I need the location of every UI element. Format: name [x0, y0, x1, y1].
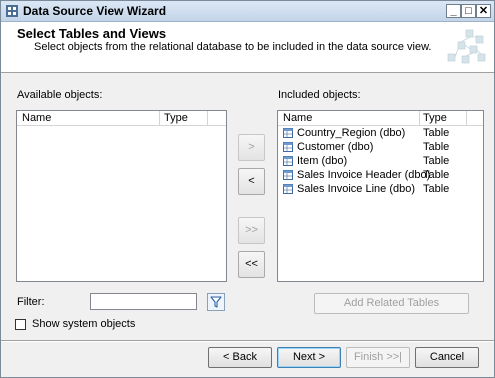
included-column-header: Name Type	[278, 111, 483, 126]
included-objects-list[interactable]: Name Type Country_Region (dbo) Table Cus…	[277, 110, 484, 282]
row-name: Sales Invoice Line (dbo)	[297, 183, 416, 195]
cancel-button[interactable]: Cancel	[415, 347, 479, 368]
included-type-column[interactable]: Type	[423, 112, 447, 124]
table-icon	[283, 142, 293, 152]
row-type: Table	[423, 155, 450, 167]
wizard-app-icon	[6, 5, 18, 17]
table-row[interactable]: Sales Invoice Line (dbo) Table	[278, 182, 483, 196]
table-row[interactable]: Customer (dbo) Table	[278, 140, 483, 154]
window-title: Data Source View Wizard	[23, 4, 167, 18]
add-all-button[interactable]: >>	[238, 217, 265, 244]
remove-all-button[interactable]: <<	[238, 251, 265, 278]
wizard-window: Data Source View Wizard _ □ ✕ Select Tab…	[0, 0, 495, 378]
row-name: Sales Invoice Header (dbo)	[297, 169, 431, 181]
maximize-button[interactable]: □	[461, 4, 476, 18]
table-row[interactable]: Item (dbo) Table	[278, 154, 483, 168]
row-name: Customer (dbo)	[297, 141, 374, 153]
add-related-tables-button[interactable]: Add Related Tables	[314, 293, 469, 314]
show-system-objects-checkbox[interactable]	[15, 319, 26, 330]
next-button[interactable]: Next >	[277, 347, 341, 368]
table-row[interactable]: Country_Region (dbo) Table	[278, 126, 483, 140]
table-icon	[283, 156, 293, 166]
row-name: Item (dbo)	[297, 155, 348, 167]
wizard-header: Select Tables and Views Select objects f…	[1, 22, 494, 73]
title-bar[interactable]: Data Source View Wizard _ □ ✕	[1, 1, 494, 22]
available-type-column[interactable]: Type	[164, 112, 188, 124]
page-title: Select Tables and Views	[17, 26, 167, 41]
show-system-objects-label: Show system objects	[32, 318, 136, 330]
footer-divider	[1, 340, 494, 342]
filter-input[interactable]	[90, 293, 197, 310]
close-button[interactable]: ✕	[476, 4, 491, 18]
add-selected-button[interactable]: >	[238, 134, 265, 161]
available-column-header: Name Type	[17, 111, 226, 126]
table-icon	[283, 128, 293, 138]
available-objects-list[interactable]: Name Type	[16, 110, 227, 282]
minimize-button[interactable]: _	[446, 4, 461, 18]
filter-button[interactable]	[207, 293, 225, 311]
remove-selected-button[interactable]: <	[238, 168, 265, 195]
row-type: Table	[423, 169, 450, 181]
back-button[interactable]: < Back	[208, 347, 272, 368]
row-type: Table	[423, 183, 450, 195]
table-row[interactable]: Sales Invoice Header (dbo) Table	[278, 168, 483, 182]
table-icon	[283, 170, 293, 180]
filter-label: Filter:	[17, 296, 45, 308]
page-subtitle: Select objects from the relational datab…	[34, 41, 432, 53]
table-icon	[283, 184, 293, 194]
row-type: Table	[423, 127, 450, 139]
available-objects-label: Available objects:	[17, 89, 103, 101]
finish-button[interactable]: Finish >>|	[346, 347, 410, 368]
available-name-column[interactable]: Name	[22, 112, 51, 124]
row-type: Table	[423, 141, 450, 153]
included-name-column[interactable]: Name	[283, 112, 312, 124]
included-objects-label: Included objects:	[278, 89, 361, 101]
funnel-icon	[210, 296, 222, 308]
row-name: Country_Region (dbo)	[297, 127, 406, 139]
data-source-view-graphic-icon	[447, 29, 486, 64]
